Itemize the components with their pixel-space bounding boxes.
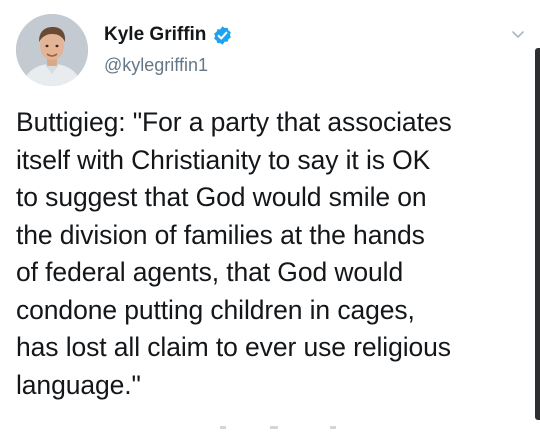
- tweet-text: Buttigieg: "For a party that associates …: [16, 107, 452, 400]
- tweet-card: Kyle Griffin @kylegriffin1 Buttigieg: "F…: [0, 0, 540, 429]
- verified-badge-icon: [212, 25, 233, 46]
- bottom-divider: [210, 416, 350, 429]
- chevron-down-icon[interactable]: [510, 26, 526, 42]
- author-name-row[interactable]: Kyle Griffin: [104, 24, 233, 46]
- scrollbar[interactable]: [535, 48, 540, 420]
- author-display-name[interactable]: Kyle Griffin: [104, 24, 206, 46]
- avatar[interactable]: [16, 14, 88, 86]
- user-avatar-icon: [16, 14, 88, 86]
- author-handle[interactable]: @kylegriffin1: [104, 54, 208, 76]
